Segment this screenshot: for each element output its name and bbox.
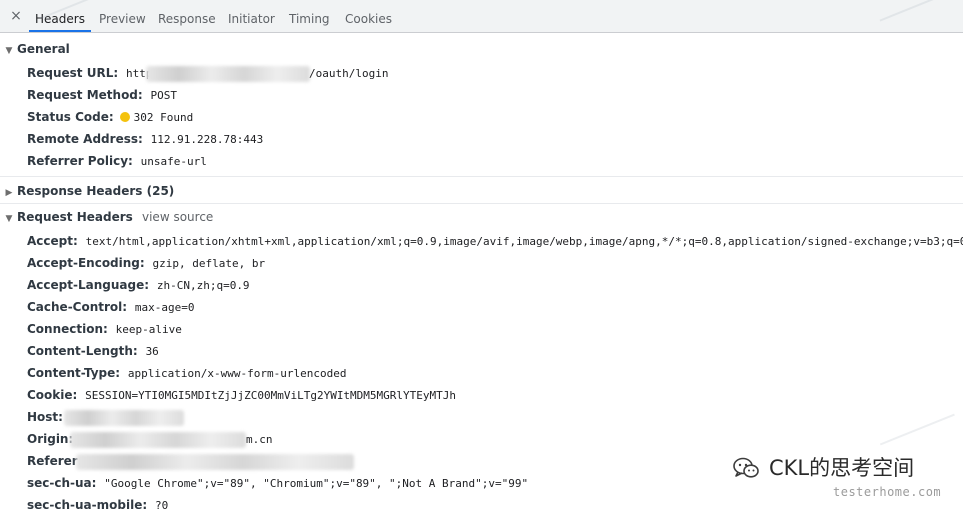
general-request-method-row: Request Method: POST xyxy=(27,84,177,106)
watermark-subtitle: testerhome.com xyxy=(833,485,942,499)
devtools-tab-bar: × Headers Preview Response Initiator Tim… xyxy=(0,0,963,33)
referrer-policy-value: unsafe-url xyxy=(140,155,207,168)
header-origin-row: Origin: xyxy=(27,428,73,450)
cookie-label: Cookie: xyxy=(27,388,78,402)
tab-cookies[interactable]: Cookies xyxy=(345,0,392,32)
wechat-account-badge: CKL的思考空间 testerhome.com xyxy=(733,455,963,505)
accept-encoding-value: gzip, deflate, br xyxy=(152,257,266,270)
general-referrer-policy-row: Referrer Policy: unsafe-url xyxy=(27,150,207,172)
header-sec-ch-ua-mobile-row: sec-ch-ua-mobile: ?0 xyxy=(27,494,168,516)
sec-ch-ua-mobile-value: ?0 xyxy=(154,499,169,512)
tab-initiator[interactable]: Initiator xyxy=(228,0,275,32)
request-method-value: POST xyxy=(150,89,178,102)
accept-language-label: Accept-Language: xyxy=(27,278,150,292)
general-request-url-row: Request URL: https: xyxy=(27,62,166,84)
cache-control-label: Cache-Control: xyxy=(27,300,128,314)
content-length-value: 36 xyxy=(145,345,159,358)
watermark-title: CKL的思考空间 xyxy=(769,456,915,480)
section-general-toggle[interactable]: ▼ General xyxy=(0,37,70,61)
origin-suffix: m.cn xyxy=(246,433,273,446)
header-host-row: Host: xyxy=(27,406,63,428)
redacted-referer-value xyxy=(76,454,354,470)
status-code-label: Status Code: xyxy=(27,110,114,124)
wechat-icon xyxy=(733,457,759,478)
sec-ch-ua-mobile-label: sec-ch-ua-mobile: xyxy=(27,498,148,512)
header-sec-ch-ua-row: sec-ch-ua: "Google Chrome";v="89", "Chro… xyxy=(27,472,528,494)
request-url-suffix-row: /oauth/login xyxy=(309,62,388,84)
request-url-path: /oauth/login xyxy=(309,67,389,80)
section-divider xyxy=(0,203,963,204)
content-type-label: Content-Type: xyxy=(27,366,121,380)
tab-timing[interactable]: Timing xyxy=(289,0,330,32)
accept-label: Accept: xyxy=(27,234,78,248)
header-accept-encoding-row: Accept-Encoding: gzip, deflate, br xyxy=(27,252,265,274)
watermark-stroke xyxy=(879,413,961,459)
header-accept-row: Accept: text/html,application/xhtml+xml,… xyxy=(27,230,963,252)
header-cookie-row: Cookie: SESSION=YTI0MGI5MDItZjJjZC00MmVi… xyxy=(27,384,456,406)
content-type-value: application/x-www-form-urlencoded xyxy=(127,367,347,380)
request-url-label: Request URL: xyxy=(27,66,119,80)
section-general-title: General xyxy=(17,42,70,56)
host-label: Host: xyxy=(27,410,63,424)
expanded-triangle-icon: ▼ xyxy=(5,46,13,56)
expanded-triangle-icon: ▼ xyxy=(5,214,13,224)
accept-encoding-label: Accept-Encoding: xyxy=(27,256,145,270)
section-response-headers-toggle[interactable]: ▶ Response Headers (25) xyxy=(0,179,175,203)
section-request-headers-title: Request Headers xyxy=(17,210,133,224)
origin-label: Origin: xyxy=(27,432,74,446)
referer-label: Referer: xyxy=(27,454,83,468)
collapsed-triangle-icon: ▶ xyxy=(5,188,13,198)
view-source-link[interactable]: view source xyxy=(142,208,213,226)
close-icon[interactable]: × xyxy=(9,9,23,23)
status-code-value: 302 Found xyxy=(133,111,194,124)
cookie-value: SESSION=YTI0MGI5MDItZjJjZC00MmViLTg2YWIt… xyxy=(85,389,457,402)
accept-language-value: zh-CN,zh;q=0.9 xyxy=(156,279,250,292)
sec-ch-ua-value: "Google Chrome";v="89", "Chromium";v="89… xyxy=(104,477,529,490)
section-divider xyxy=(0,176,963,177)
section-request-headers-toggle[interactable]: ▼ Request Headers xyxy=(0,205,133,229)
sec-ch-ua-label: sec-ch-ua: xyxy=(27,476,97,490)
cache-control-value: max-age=0 xyxy=(134,301,195,314)
section-response-headers-title: Response Headers (25) xyxy=(17,184,175,198)
connection-value: keep-alive xyxy=(115,323,182,336)
header-referer-row: Referer: xyxy=(27,450,83,472)
header-accept-language-row: Accept-Language: zh-CN,zh;q=0.9 xyxy=(27,274,250,296)
header-connection-row: Connection: keep-alive xyxy=(27,318,182,340)
status-dot-icon xyxy=(119,112,130,122)
request-method-label: Request Method: xyxy=(27,88,143,102)
redacted-origin-value xyxy=(70,432,246,448)
header-content-length-row: Content-Length: 36 xyxy=(27,340,159,362)
origin-suffix-row: m.cn xyxy=(246,428,273,450)
header-cache-control-row: Cache-Control: max-age=0 xyxy=(27,296,195,318)
referrer-policy-label: Referrer Policy: xyxy=(27,154,133,168)
remote-address-value: 112.91.228.78:443 xyxy=(150,133,264,146)
redacted-url-host xyxy=(146,66,310,82)
accept-value: text/html,application/xhtml+xml,applicat… xyxy=(85,235,963,248)
header-content-type-row: Content-Type: application/x-www-form-url… xyxy=(27,362,346,384)
connection-label: Connection: xyxy=(27,322,108,336)
general-status-code-row: Status Code: 302 Found xyxy=(27,106,193,128)
redacted-host-value xyxy=(64,410,184,426)
remote-address-label: Remote Address: xyxy=(27,132,143,146)
general-remote-address-row: Remote Address: 112.91.228.78:443 xyxy=(27,128,263,150)
tab-response[interactable]: Response xyxy=(158,0,216,32)
content-length-label: Content-Length: xyxy=(27,344,138,358)
